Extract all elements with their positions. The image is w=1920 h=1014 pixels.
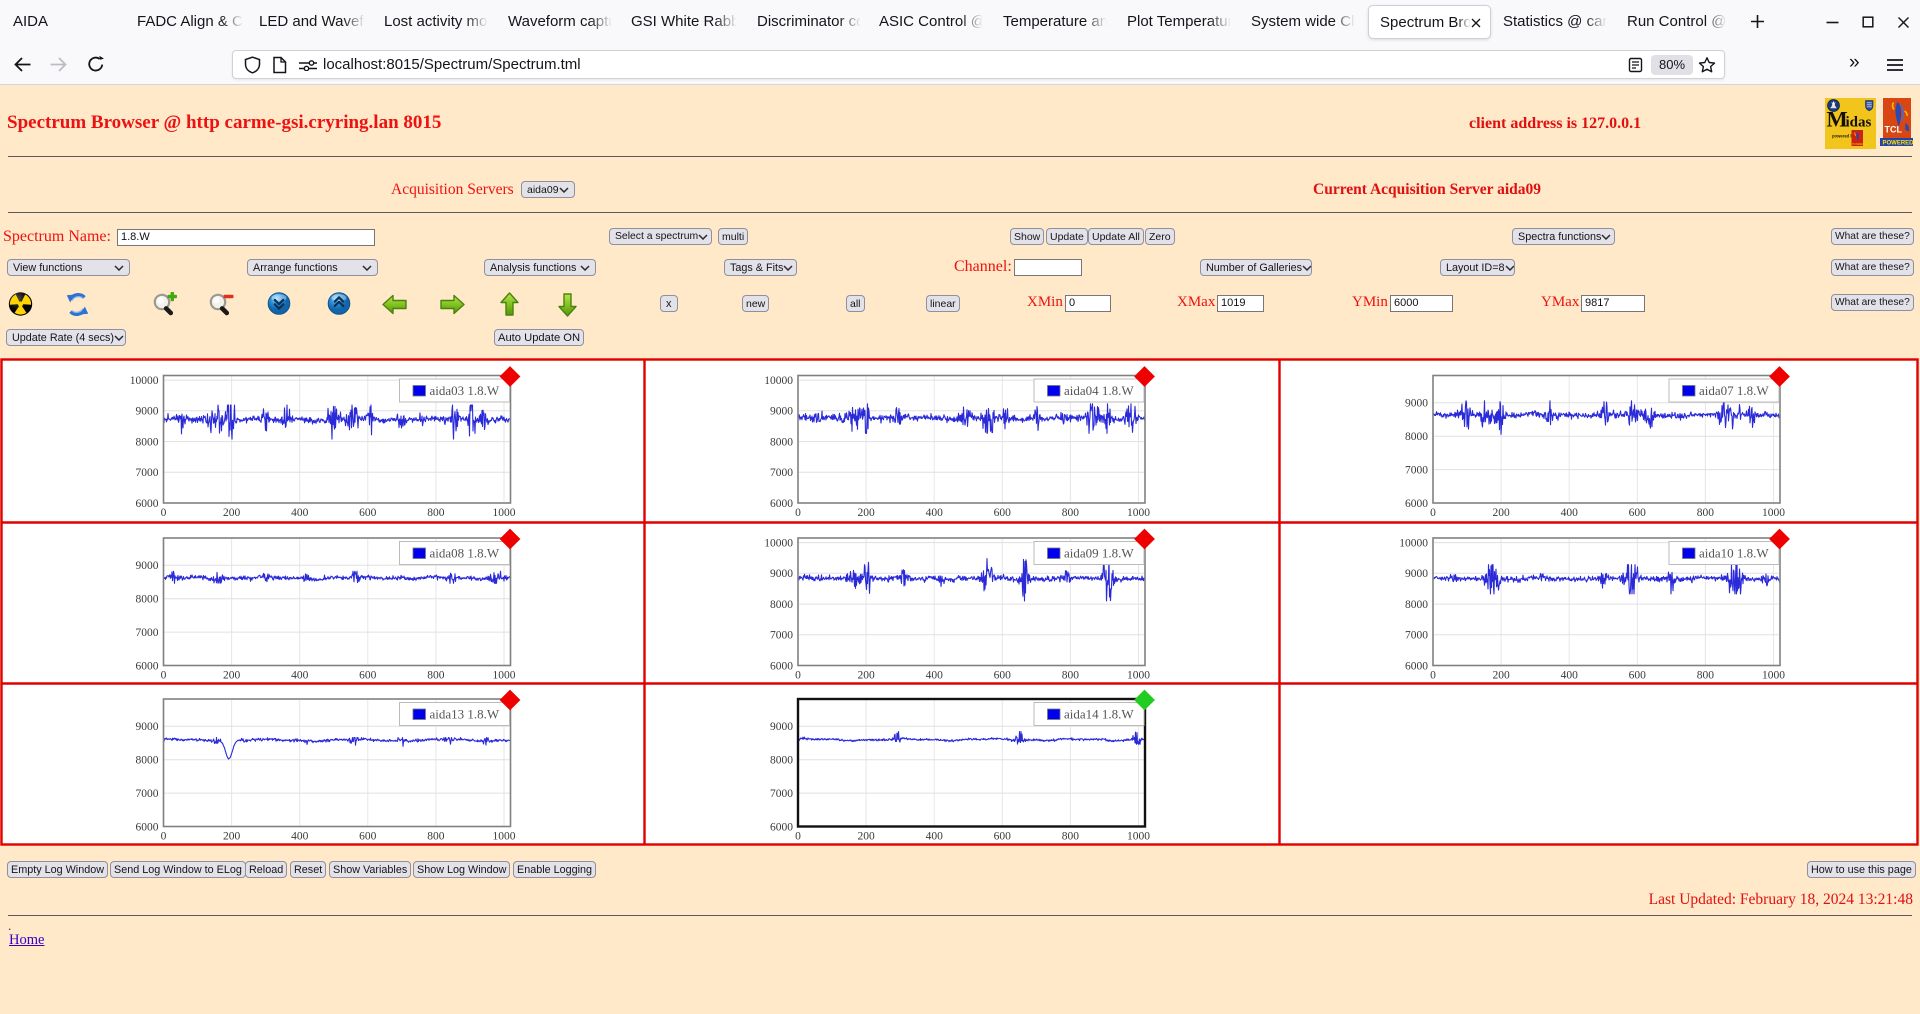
svg-text:400: 400	[926, 831, 944, 843]
svg-text:600: 600	[994, 670, 1012, 682]
svg-text:1000: 1000	[493, 507, 516, 519]
svg-text:200: 200	[857, 831, 875, 843]
svg-text:9000: 9000	[1405, 568, 1428, 580]
svg-text:400: 400	[1561, 670, 1579, 682]
svg-text:9000: 9000	[770, 406, 793, 418]
svg-text:6000: 6000	[770, 660, 793, 672]
svg-text:1000: 1000	[1127, 507, 1150, 519]
svg-text:8000: 8000	[1405, 599, 1428, 611]
svg-text:9000: 9000	[1405, 398, 1428, 410]
svg-text:8000: 8000	[770, 755, 793, 767]
svg-text:800: 800	[427, 507, 445, 519]
svg-text:1000: 1000	[493, 831, 516, 843]
svg-text:6000: 6000	[136, 821, 159, 833]
svg-text:6000: 6000	[1405, 498, 1428, 510]
svg-text:9000: 9000	[770, 721, 793, 733]
svg-text:0: 0	[161, 831, 167, 843]
svg-text:7000: 7000	[770, 788, 793, 800]
svg-text:400: 400	[291, 670, 309, 682]
svg-text:POWERED: POWERED	[1852, 142, 1868, 146]
svg-text:800: 800	[1062, 507, 1080, 519]
svg-text:600: 600	[994, 831, 1012, 843]
svg-text:600: 600	[359, 507, 377, 519]
svg-text:800: 800	[1062, 670, 1080, 682]
svg-text:10000: 10000	[130, 375, 159, 387]
svg-text:aida08 1.8.W: aida08 1.8.W	[430, 545, 500, 560]
svg-text:10000: 10000	[764, 375, 793, 387]
svg-text:0: 0	[795, 507, 801, 519]
svg-text:9000: 9000	[136, 560, 159, 572]
svg-text:TCL: TCL	[1885, 125, 1903, 135]
svg-text:8000: 8000	[1405, 431, 1428, 443]
svg-text:8000: 8000	[770, 599, 793, 611]
svg-text:200: 200	[223, 507, 241, 519]
svg-text:0: 0	[795, 670, 801, 682]
svg-text:200: 200	[857, 507, 875, 519]
svg-text:600: 600	[359, 831, 377, 843]
svg-text:6000: 6000	[1405, 660, 1428, 672]
svg-text:200: 200	[857, 670, 875, 682]
svg-text:aida07 1.8.W: aida07 1.8.W	[1699, 383, 1769, 398]
svg-text:7000: 7000	[770, 630, 793, 642]
svg-text:1000: 1000	[1127, 831, 1150, 843]
svg-text:aida04 1.8.W: aida04 1.8.W	[1064, 383, 1134, 398]
svg-text:7000: 7000	[1405, 464, 1428, 476]
svg-text:200: 200	[1492, 670, 1510, 682]
svg-text:aida03 1.8.W: aida03 1.8.W	[430, 383, 500, 398]
svg-text:8000: 8000	[136, 436, 159, 448]
svg-text:400: 400	[291, 507, 309, 519]
svg-text:9000: 9000	[136, 721, 159, 733]
svg-text:aida10 1.8.W: aida10 1.8.W	[1699, 545, 1769, 560]
svg-text:0: 0	[1430, 507, 1436, 519]
svg-text:7000: 7000	[136, 788, 159, 800]
svg-text:POWERED: POWERED	[1883, 140, 1915, 146]
svg-text:200: 200	[1492, 507, 1510, 519]
svg-text:7000: 7000	[136, 627, 159, 639]
svg-text:0: 0	[795, 831, 801, 843]
svg-text:aida09 1.8.W: aida09 1.8.W	[1064, 545, 1134, 560]
svg-text:800: 800	[1697, 507, 1715, 519]
svg-text:600: 600	[994, 507, 1012, 519]
svg-text:200: 200	[223, 670, 241, 682]
svg-text:1000: 1000	[493, 670, 516, 682]
svg-text:800: 800	[1062, 831, 1080, 843]
svg-text:6000: 6000	[136, 498, 159, 510]
svg-text:aida13 1.8.W: aida13 1.8.W	[430, 706, 500, 721]
svg-text:8000: 8000	[136, 755, 159, 767]
svg-text:10000: 10000	[764, 537, 793, 549]
svg-text:7000: 7000	[1405, 630, 1428, 642]
svg-text:400: 400	[926, 507, 944, 519]
svg-text:800: 800	[427, 831, 445, 843]
svg-text:7000: 7000	[770, 467, 793, 479]
svg-text:200: 200	[223, 831, 241, 843]
svg-text:600: 600	[359, 670, 377, 682]
svg-text:idas: idas	[1846, 115, 1872, 131]
svg-text:7000: 7000	[136, 467, 159, 479]
svg-text:6000: 6000	[770, 821, 793, 833]
svg-text:800: 800	[1697, 670, 1715, 682]
svg-text:400: 400	[926, 670, 944, 682]
svg-text:8000: 8000	[136, 594, 159, 606]
svg-text:9000: 9000	[770, 568, 793, 580]
svg-text:0: 0	[161, 507, 167, 519]
svg-text:9000: 9000	[136, 406, 159, 418]
svg-text:600: 600	[1629, 670, 1647, 682]
svg-text:1000: 1000	[1762, 670, 1785, 682]
svg-text:6000: 6000	[136, 660, 159, 672]
svg-text:1000: 1000	[1762, 507, 1785, 519]
svg-text:400: 400	[291, 831, 309, 843]
svg-text:8000: 8000	[770, 436, 793, 448]
svg-text:600: 600	[1629, 507, 1647, 519]
svg-text:800: 800	[427, 670, 445, 682]
svg-text:0: 0	[1430, 670, 1436, 682]
svg-text:1000: 1000	[1127, 670, 1150, 682]
svg-text:400: 400	[1561, 507, 1579, 519]
svg-text:0: 0	[161, 670, 167, 682]
svg-text:6000: 6000	[770, 498, 793, 510]
svg-text:aida14 1.8.W: aida14 1.8.W	[1064, 706, 1134, 721]
svg-text:10000: 10000	[1399, 537, 1428, 549]
